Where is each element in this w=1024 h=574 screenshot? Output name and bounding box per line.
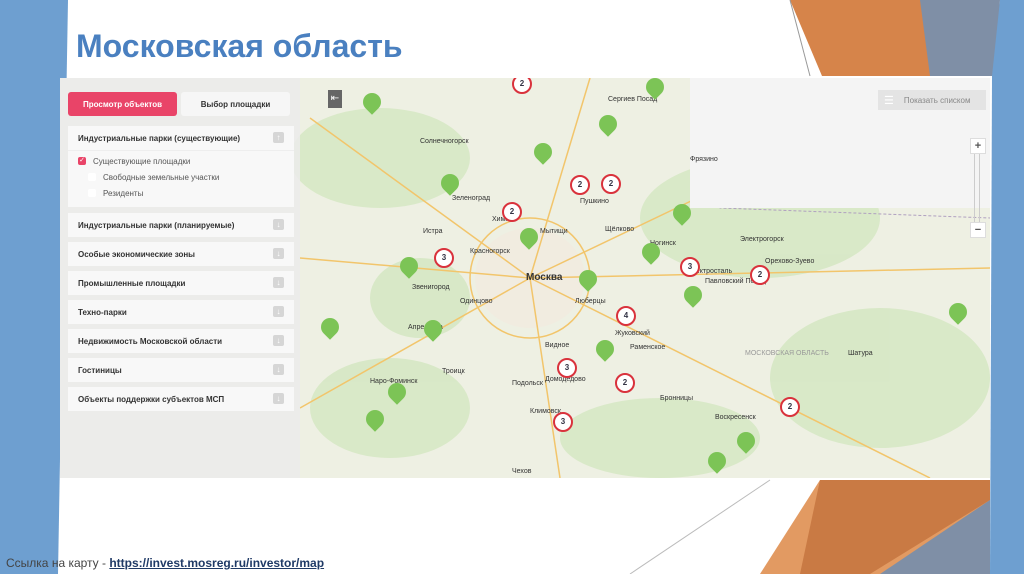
city-label: Бронницы (660, 395, 694, 402)
city-label: Троицк (442, 368, 465, 375)
section-title: Техно-парки (78, 307, 127, 317)
city-label: Видное (545, 342, 570, 349)
cluster-marker[interactable]: 2 (750, 265, 770, 285)
city-label: Звенигород (412, 284, 450, 291)
city-label: Сергиев Посад (608, 96, 658, 103)
tab-view-objects[interactable]: Просмотр объектов (68, 92, 177, 116)
chevron-down-icon[interactable]: ↓ (273, 393, 284, 404)
city-label: Орехово-Зуево (765, 258, 815, 265)
city-label: Чехов (512, 468, 532, 475)
chevron-down-icon[interactable]: ↓ (273, 277, 284, 288)
cluster-marker[interactable]: 2 (615, 373, 635, 393)
checkbox-row[interactable]: ✓ Существующие площадки (78, 153, 294, 169)
city-label: Красногорск (470, 248, 510, 255)
checkbox[interactable] (88, 173, 96, 181)
checkbox-label: Резиденты (103, 188, 144, 198)
chevron-down-icon[interactable]: ↓ (273, 364, 284, 375)
section-header[interactable]: Гостиницы ↓ (68, 358, 294, 382)
panel-section[interactable]: Индустриальные парки (планируемые) ↓ (68, 213, 294, 237)
city-label: МОСКОВСКАЯ ОБЛАСТЬ (745, 350, 829, 357)
panel-section[interactable]: Индустриальные парки (существующие) ↑ ✓ Сущ… (68, 126, 294, 207)
footer-label: Ссылка на карту - (6, 556, 110, 570)
show-list-label: Показать списком (903, 95, 971, 105)
chevron-down-icon[interactable]: ↓ (273, 335, 284, 346)
city-label: Пушкино (580, 198, 609, 205)
panel-section[interactable]: Недвижимость Московской области ↓ (68, 329, 294, 353)
section-title: Особые экономические зоны (78, 249, 196, 259)
city-label: Фрязино (690, 156, 718, 163)
cluster-marker[interactable]: 3 (557, 358, 577, 378)
section-title: Объекты поддержки субъектов МСП (78, 394, 225, 404)
chevron-up-icon[interactable]: ↑ (273, 132, 284, 143)
section-header[interactable]: Объекты поддержки субъектов МСП ↓ (68, 387, 294, 411)
section-header[interactable]: Недвижимость Московской области ↓ (68, 329, 294, 353)
section-title: Индустриальные парки (планируемые) (78, 220, 235, 230)
cluster-marker[interactable]: 3 (553, 412, 573, 432)
city-label: Раменское (630, 344, 666, 351)
city-label: Москва (526, 272, 563, 283)
chevron-down-icon[interactable]: ↓ (273, 248, 284, 259)
section-header[interactable]: Индустриальные парки (существующие) ↑ (68, 126, 294, 150)
city-label: Мытищи (540, 228, 568, 235)
checkbox-row[interactable]: Свободные земельные участки (78, 169, 294, 185)
cluster-marker[interactable]: 2 (601, 174, 621, 194)
section-header[interactable]: Промышленные площадки ↓ (68, 271, 294, 295)
checkbox-row[interactable]: Резиденты (78, 185, 294, 201)
show-list-button[interactable]: ☰ Показать списком (878, 90, 986, 110)
city-label: Жуковский (615, 330, 650, 337)
zoom-slider[interactable] (974, 154, 980, 222)
section-title: Индустриальные парки (существующие) (78, 133, 241, 143)
tab-select-site[interactable]: Выбор площадки (181, 92, 290, 116)
chevron-down-icon[interactable]: ↓ (273, 306, 284, 317)
checkbox-label: Свободные земельные участки (103, 172, 220, 182)
panel-section[interactable]: Гостиницы ↓ (68, 358, 294, 382)
city-label: Шатура (848, 350, 873, 357)
checkbox-label: Существующие площадки (93, 156, 191, 166)
section-title: Промышленные площадки (78, 278, 186, 288)
slide-title: Московская область (76, 28, 403, 64)
city-label: Подольск (512, 380, 543, 387)
city-label: Электрогорск (740, 236, 784, 243)
cluster-marker[interactable]: 2 (502, 202, 522, 222)
collapse-panel-button[interactable]: ⇤ (328, 90, 342, 108)
city-label: Солнечногорск (420, 138, 469, 145)
map-screenshot: Москва Химки Мытищи Красногорск Зеленоград Од… (60, 78, 990, 478)
panel-section[interactable]: Промышленные площадки ↓ (68, 271, 294, 295)
city-label: Истра (423, 228, 443, 235)
list-icon: ☰ (884, 94, 894, 107)
section-title: Недвижимость Московской области (78, 336, 223, 346)
section-title: Гостиницы (78, 365, 122, 375)
city-label: Воскресенск (715, 414, 756, 421)
city-label: Зеленоград (452, 195, 491, 202)
cluster-marker[interactable]: 2 (780, 397, 800, 417)
panel-section[interactable]: Техно-парки ↓ (68, 300, 294, 324)
zoom-out-button[interactable]: − (970, 222, 986, 238)
cluster-marker[interactable]: 3 (680, 257, 700, 277)
panel-tabs: Просмотр объектов Выбор площадки (68, 92, 290, 116)
section-header[interactable]: Индустриальные парки (планируемые) ↓ (68, 213, 294, 237)
city-label: Люберцы (575, 298, 606, 305)
section-header[interactable]: Техно-парки ↓ (68, 300, 294, 324)
checkbox[interactable] (88, 189, 96, 197)
cluster-marker[interactable]: 3 (434, 248, 454, 268)
panel-section[interactable]: Особые экономические зоны ↓ (68, 242, 294, 266)
zoom-in-button[interactable]: + (970, 138, 986, 154)
cluster-marker[interactable]: 2 (570, 175, 590, 195)
chevron-down-icon[interactable]: ↓ (273, 219, 284, 230)
city-label: Одинцово (460, 298, 493, 305)
map-link[interactable]: https://invest.mosreg.ru/investor/map (109, 556, 324, 570)
cluster-marker[interactable]: 4 (616, 306, 636, 326)
panel-section[interactable]: Объекты поддержки субъектов МСП ↓ (68, 387, 294, 411)
footer: Ссылка на карту - https://invest.mosreg.… (6, 556, 324, 570)
section-header[interactable]: Особые экономические зоны ↓ (68, 242, 294, 266)
checkbox[interactable]: ✓ (78, 157, 86, 165)
city-label: Щёлково (605, 226, 635, 233)
zoom-control: + − (970, 138, 986, 238)
